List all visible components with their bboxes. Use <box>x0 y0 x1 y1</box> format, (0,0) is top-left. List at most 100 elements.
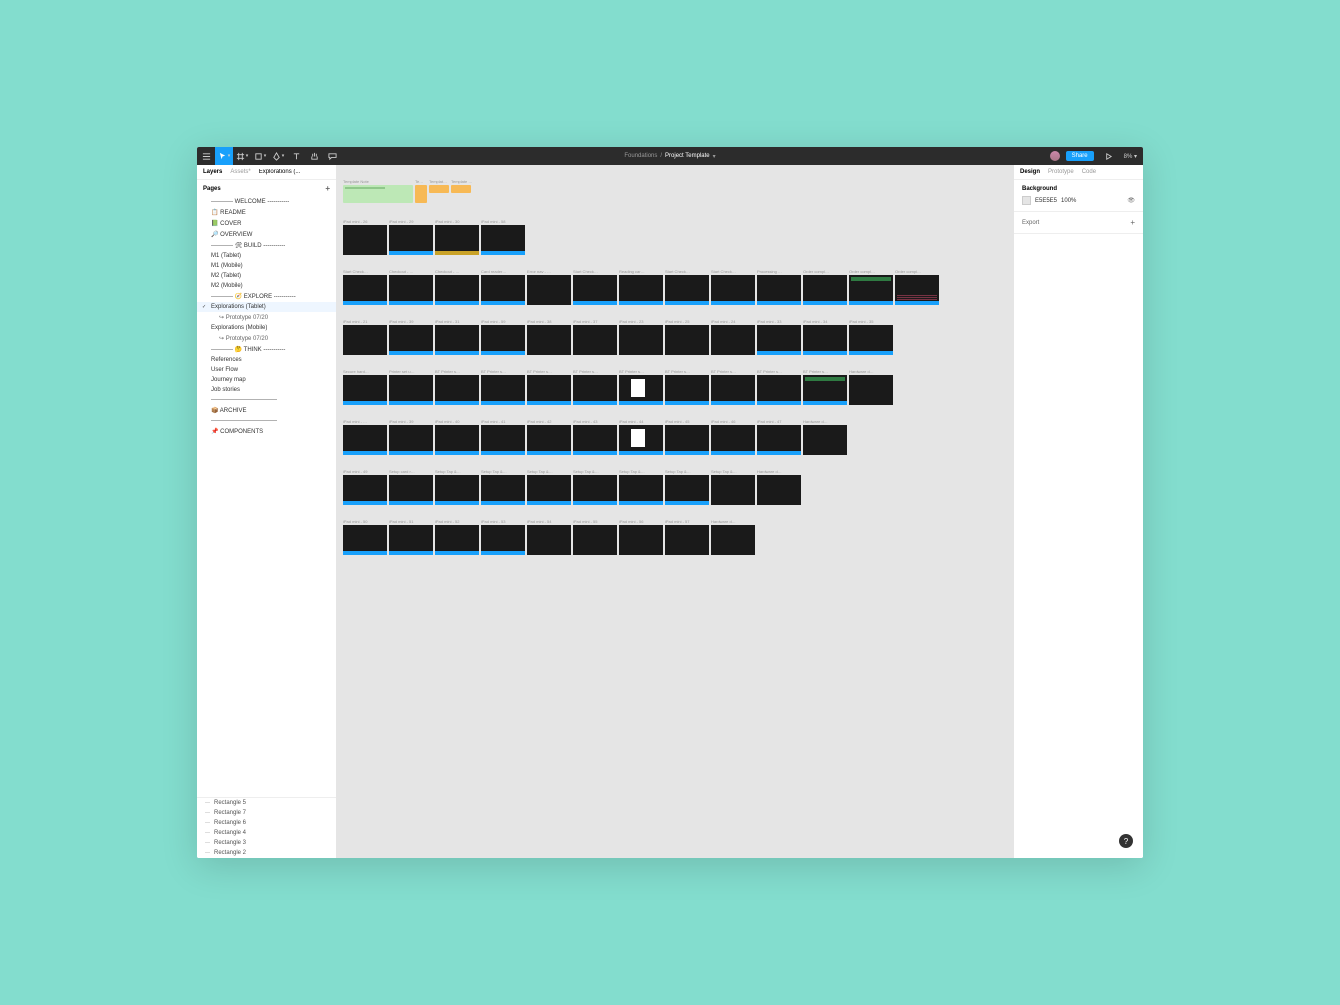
canvas-frame[interactable]: iPad mini - 29 <box>389 219 433 255</box>
canvas-frame[interactable]: BT Printer s… <box>803 369 847 405</box>
page-item[interactable]: ----------- WELCOME ----------- <box>197 197 336 207</box>
breadcrumb[interactable]: Foundations / Project Template ▾ <box>624 153 715 160</box>
canvas-frame[interactable]: iPad mini - 52 <box>435 519 479 555</box>
canvas-frame[interactable]: Start Check… <box>343 269 387 305</box>
canvas-frame[interactable]: iPad mini - 25 <box>665 319 709 355</box>
canvas[interactable]: Template NoteTe…Templat…Template … iPad … <box>337 165 1013 858</box>
avatar[interactable] <box>1050 151 1060 161</box>
canvas-frame[interactable]: iPad mini - 31 <box>435 319 479 355</box>
template-note[interactable]: Template … <box>451 179 472 203</box>
canvas-frame[interactable]: Setup Tap &… <box>619 469 663 505</box>
layer-item[interactable]: Rectangle 6 <box>197 818 336 828</box>
canvas-frame[interactable]: iPad mini - 39 <box>389 319 433 355</box>
canvas-frame[interactable]: iPad mini - 53 <box>481 519 525 555</box>
page-item[interactable]: Explorations (Mobile) <box>197 323 336 333</box>
canvas-frame[interactable]: iPad mini - 47 <box>757 419 801 455</box>
present-button[interactable] <box>1100 147 1118 165</box>
canvas-frame[interactable]: iPad mini - 39 <box>389 419 433 455</box>
background-hex[interactable]: E5E5E5 <box>1035 198 1057 204</box>
text-tool[interactable] <box>287 147 305 165</box>
canvas-frame[interactable]: iPad mini - 51 <box>389 519 433 555</box>
canvas-frame[interactable]: iPad mini - 59 <box>481 319 525 355</box>
canvas-frame[interactable]: Setup Tap &… <box>573 469 617 505</box>
tab-prototype[interactable]: Prototype <box>1048 169 1074 175</box>
canvas-frame[interactable]: BT Printer s… <box>711 369 755 405</box>
canvas-frame[interactable]: iPad mini - 30 <box>435 219 479 255</box>
canvas-frame[interactable]: iPad mini - 26 <box>343 219 387 255</box>
template-note[interactable]: Te… <box>415 179 427 203</box>
canvas-frame[interactable]: BT Printer s… <box>665 369 709 405</box>
page-item[interactable]: Explorations (Tablet) <box>197 302 336 312</box>
canvas-frame[interactable]: iPad mini - 38 <box>527 319 571 355</box>
canvas-frame[interactable]: iPad mini - 44 <box>619 419 663 455</box>
canvas-frame[interactable]: iPad mini - 35 <box>849 319 893 355</box>
canvas-frame[interactable]: Card reader… <box>481 269 525 305</box>
canvas-frame[interactable]: Secure hard… <box>343 369 387 405</box>
pen-tool[interactable]: ▾ <box>269 147 287 165</box>
canvas-frame[interactable]: iPad mini - 45 <box>665 419 709 455</box>
canvas-frame[interactable]: Setup Tap &… <box>481 469 525 505</box>
page-item[interactable]: 📗 COVER <box>197 218 336 229</box>
page-item[interactable]: --------------------------------- <box>197 395 336 405</box>
page-item[interactable]: Journey map <box>197 375 336 385</box>
page-item[interactable]: M1 (Tablet) <box>197 251 336 261</box>
tab-assets[interactable]: Assets* <box>230 169 250 175</box>
page-item[interactable]: 📋 README <box>197 207 336 218</box>
page-item[interactable]: --------------------------------- <box>197 416 336 426</box>
canvas-frame[interactable]: Start Check… <box>665 269 709 305</box>
help-button[interactable]: ? <box>1119 834 1133 848</box>
share-button[interactable]: Share <box>1066 151 1094 161</box>
page-item[interactable]: M2 (Tablet) <box>197 271 336 281</box>
canvas-frame[interactable]: Checkout - … <box>389 269 433 305</box>
canvas-frame[interactable]: iPad mini - 42 <box>527 419 571 455</box>
canvas-frame[interactable]: iPad mini - 50 <box>343 519 387 555</box>
zoom-level[interactable]: 8% ▾ <box>1124 153 1137 160</box>
canvas-frame[interactable]: BT Printer s… <box>619 369 663 405</box>
page-item[interactable]: 🔎 OVERVIEW <box>197 229 336 240</box>
canvas-frame[interactable]: iPad mini - 49 <box>343 469 387 505</box>
page-item[interactable]: User Flow <box>197 365 336 375</box>
canvas-frame[interactable]: BT Printer s… <box>757 369 801 405</box>
tab-design[interactable]: Design <box>1020 169 1040 175</box>
canvas-frame[interactable]: Setup Tap &… <box>435 469 479 505</box>
page-item[interactable]: 📦 ARCHIVE <box>197 405 336 416</box>
canvas-frame[interactable]: BT Printer s… <box>435 369 479 405</box>
canvas-frame[interactable]: iPad mini - 34 <box>803 319 847 355</box>
canvas-frame[interactable]: iPad mini - 41 <box>481 419 525 455</box>
tab-code[interactable]: Code <box>1082 169 1096 175</box>
canvas-frame[interactable]: Hardware d… <box>803 419 847 455</box>
layer-item[interactable]: Rectangle 7 <box>197 808 336 818</box>
canvas-frame[interactable]: iPad mini - 21 <box>343 319 387 355</box>
move-tool[interactable]: ▾ <box>215 147 233 165</box>
page-item[interactable]: Job stories <box>197 385 336 395</box>
comment-tool[interactable] <box>323 147 341 165</box>
canvas-frame[interactable]: iPad mini - 33 <box>757 319 801 355</box>
canvas-frame[interactable]: Hardware d… <box>849 369 893 405</box>
canvas-frame[interactable]: Processing … <box>757 269 801 305</box>
background-opacity[interactable]: 100% <box>1061 198 1076 204</box>
canvas-frame[interactable]: BT Printer s… <box>527 369 571 405</box>
page-item[interactable]: M2 (Mobile) <box>197 281 336 291</box>
canvas-frame[interactable]: Order compl… <box>895 269 939 305</box>
shape-tool[interactable]: ▾ <box>251 147 269 165</box>
page-item[interactable]: M1 (Mobile) <box>197 261 336 271</box>
page-item[interactable]: ----------- 🤔 THINK ----------- <box>197 344 336 355</box>
canvas-frame[interactable]: iPad mini - 58 <box>481 219 525 255</box>
page-item[interactable]: References <box>197 355 336 365</box>
canvas-frame[interactable]: iPad mini - 40 <box>435 419 479 455</box>
page-item[interactable]: ↪ Prototype 07/20 <box>197 312 336 323</box>
canvas-frame[interactable]: BT Printer s… <box>481 369 525 405</box>
canvas-frame[interactable]: Setup Tap &… <box>665 469 709 505</box>
canvas-frame[interactable]: Order compl… <box>849 269 893 305</box>
page-item[interactable]: ↪ Prototype 07/20 <box>197 333 336 344</box>
layer-item[interactable]: Rectangle 5 <box>197 798 336 808</box>
page-item[interactable]: ----------- 🧭 EXPLORE ----------- <box>197 291 336 302</box>
canvas-frame[interactable]: iPad mini - 23 <box>619 319 663 355</box>
canvas-frame[interactable]: Start Check… <box>711 269 755 305</box>
canvas-frame[interactable]: Printer set u… <box>389 369 433 405</box>
menu-button[interactable] <box>197 147 215 165</box>
tab-page-crumb[interactable]: Explorations (... <box>259 169 301 175</box>
visibility-icon[interactable]: 👁 <box>1127 197 1135 204</box>
frame-tool[interactable]: ▾ <box>233 147 251 165</box>
canvas-frame[interactable]: Reading car… <box>619 269 663 305</box>
